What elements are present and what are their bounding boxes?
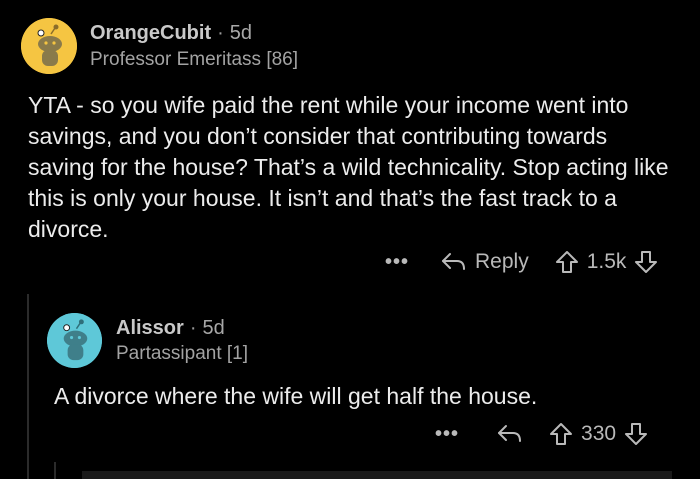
- reply-author-avatar[interactable]: [47, 313, 102, 368]
- reply-arrow-icon: [442, 253, 466, 270]
- next-comment-edge: [82, 471, 672, 479]
- author-flair: Professor Emeritass [86]: [90, 49, 299, 70]
- downvote-icon[interactable]: [634, 250, 658, 274]
- snoo-avatar-icon: [47, 313, 102, 368]
- reply-actions: ••• 330: [435, 422, 648, 446]
- reply-label: Reply: [475, 250, 529, 273]
- downvote-icon[interactable]: [624, 422, 648, 446]
- reply-body: A divorce where the wife will get half t…: [54, 383, 538, 409]
- reply-arrow-icon: [498, 425, 522, 442]
- vote-score: 1.5k: [586, 250, 627, 273]
- vote-score: 330: [581, 422, 617, 445]
- upvote-icon[interactable]: [549, 422, 573, 446]
- separator-dot: ·: [189, 317, 197, 339]
- reply-author-name[interactable]: Alissor: [116, 317, 184, 339]
- more-options-icon[interactable]: •••: [435, 423, 459, 446]
- vote-controls: 1.5k: [555, 250, 659, 274]
- thread-line[interactable]: [27, 294, 29, 479]
- comment-age: 5d: [229, 22, 253, 44]
- separator-dot: ·: [217, 22, 224, 44]
- comment-author-line: OrangeCubit · 5d: [90, 22, 252, 45]
- reply-age: 5d: [202, 317, 225, 339]
- comment-actions: ••• Reply 1.5k: [385, 250, 658, 274]
- upvote-icon[interactable]: [555, 250, 579, 274]
- reply-author-line: Alissor · 5d: [116, 317, 225, 340]
- author-name[interactable]: OrangeCubit: [90, 22, 211, 44]
- more-options-icon[interactable]: •••: [385, 251, 409, 274]
- vote-controls: 330: [549, 422, 648, 446]
- comment-body: YTA - so you wife paid the rent while yo…: [28, 92, 669, 242]
- snoo-avatar-icon: [21, 18, 77, 74]
- nested-thread-line[interactable]: [54, 462, 56, 479]
- reply-button[interactable]: Reply: [441, 250, 529, 274]
- author-avatar[interactable]: [21, 18, 77, 74]
- reply-author-flair: Partassipant [1]: [116, 343, 249, 364]
- reply-button[interactable]: [497, 423, 523, 445]
